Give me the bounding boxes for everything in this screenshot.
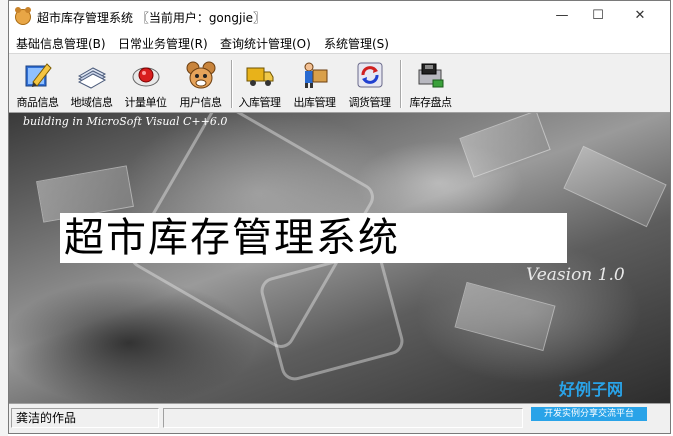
version-label: Veasion 1.0 xyxy=(526,265,625,285)
mouse-app-icon xyxy=(15,7,31,25)
status-pane xyxy=(163,408,523,428)
menu-daily-business[interactable]: 日常业务管理(R) xyxy=(118,35,208,52)
toolbar-separator xyxy=(400,60,402,108)
unit-button[interactable]: 计量单位 xyxy=(118,58,173,110)
watermark-logo: 好例子网 xyxy=(531,381,651,403)
red-disc-icon xyxy=(132,67,159,87)
transfer-button[interactable]: 调货管理 xyxy=(342,58,397,110)
watermark-site-name: 好例子网 xyxy=(558,380,623,399)
banknote-decoration xyxy=(563,145,667,228)
stock-out-button[interactable]: 出库管理 xyxy=(287,58,342,110)
inventory-label: 库存盘点 xyxy=(409,96,453,109)
menu-system[interactable]: 系统管理(S) xyxy=(324,35,389,52)
banknote-decoration xyxy=(459,113,551,178)
delivery-man-icon xyxy=(304,62,327,88)
mouse-face-icon xyxy=(186,61,215,89)
inventory-button[interactable]: 库存盘点 xyxy=(403,58,458,110)
region-info-label: 地域信息 xyxy=(70,96,114,109)
splash-image: building in MicroSoft Visual C++6.0 超市库存… xyxy=(9,113,670,403)
disk-drive-icon xyxy=(418,63,443,88)
stock-in-button[interactable]: 入库管理 xyxy=(232,58,287,110)
menu-query-stats[interactable]: 查询统计管理(O) xyxy=(220,35,311,52)
goods-info-label: 商品信息 xyxy=(16,96,60,109)
background-window-edge xyxy=(0,0,8,436)
title-bar[interactable]: 超市库存管理系统 〖当前用户：gongjie〗 — ☐ ✕ xyxy=(9,1,670,33)
status-author: 龚洁的作品 xyxy=(11,408,159,428)
stock-in-label: 入库管理 xyxy=(238,96,282,109)
main-window: 超市库存管理系统 〖当前用户：gongjie〗 — ☐ ✕ 基础信息管理(B) … xyxy=(8,0,671,434)
transfer-label: 调货管理 xyxy=(348,96,392,109)
splash-title: 超市库存管理系统 xyxy=(60,213,567,263)
window-title: 超市库存管理系统 〖当前用户：gongjie〗 xyxy=(37,11,266,25)
banknote-decoration xyxy=(454,281,556,352)
menu-basic-info[interactable]: 基础信息管理(B) xyxy=(16,35,106,52)
menu-bar: 基础信息管理(B) 日常业务管理(R) 查询统计管理(O) 系统管理(S) xyxy=(9,33,670,53)
status-bar: 龚洁的作品 开发实例分享交流平台 xyxy=(9,403,670,433)
stock-out-label: 出库管理 xyxy=(293,96,337,109)
build-note: building in MicroSoft Visual C++6.0 xyxy=(23,115,228,128)
close-button[interactable]: ✕ xyxy=(617,1,663,31)
maximize-button[interactable]: ☐ xyxy=(575,1,621,31)
paper-stack-icon xyxy=(77,67,106,89)
user-info-button[interactable]: 用户信息 xyxy=(173,58,228,110)
truck-icon xyxy=(246,67,273,86)
goods-info-button[interactable]: 商品信息 xyxy=(10,58,65,110)
user-info-label: 用户信息 xyxy=(179,96,223,109)
toolbar: 商品信息 地域信息 计量单位 用户信息 入库管理 出库管理 调货管理 库存盘点 xyxy=(9,53,670,113)
refresh-icon xyxy=(357,62,382,88)
pencil-book-icon xyxy=(25,63,52,87)
unit-label: 计量单位 xyxy=(124,96,168,109)
watermark-tagline: 开发实例分享交流平台 xyxy=(531,407,647,421)
region-info-button[interactable]: 地域信息 xyxy=(64,58,119,110)
